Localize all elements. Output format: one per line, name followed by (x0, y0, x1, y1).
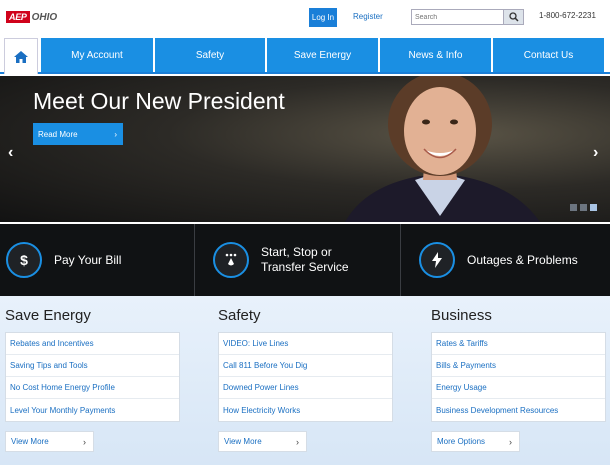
register-link[interactable]: Register (353, 12, 383, 21)
nav-item-my-account[interactable]: My Account (41, 38, 153, 72)
search-button[interactable] (503, 10, 523, 24)
outages-label: Outages & Problems (467, 252, 578, 267)
logo-brand: AEP (6, 11, 30, 23)
read-more-button[interactable]: Read More › (33, 123, 123, 145)
service-icon (213, 242, 249, 278)
carousel-dot-active[interactable] (590, 204, 597, 211)
list-item[interactable]: Rebates and Incentives (6, 333, 179, 355)
section-title: Save Energy (5, 307, 91, 324)
start-stop-label: Start, Stop or Transfer Service (261, 245, 349, 275)
pay-your-bill-label: Pay Your Bill (54, 252, 122, 267)
lower-sections: Save Energy Rebates and Incentives Savin… (0, 296, 610, 465)
link-list: Rates & Tariffs Bills & Payments Energy … (431, 332, 606, 422)
list-item[interactable]: How Electricity Works (219, 399, 392, 421)
list-item[interactable]: Rates & Tariffs (432, 333, 605, 355)
chevron-right-icon: › (296, 436, 299, 447)
aep-ohio-logo[interactable]: AEP OHIO (6, 9, 57, 25)
link-list: VIDEO: Live Lines Call 811 Before You Di… (218, 332, 393, 422)
list-item[interactable]: Saving Tips and Tools (6, 355, 179, 377)
carousel-next-arrow[interactable]: › (593, 144, 598, 162)
view-more-button[interactable]: View More › (218, 431, 307, 452)
search-icon (508, 12, 519, 22)
view-more-label: View More (224, 437, 262, 446)
start-stop-label-line2: Transfer Service (261, 260, 349, 274)
home-icon (14, 50, 28, 63)
view-more-button[interactable]: View More › (5, 431, 94, 452)
list-item[interactable]: Business Development Resources (432, 399, 605, 421)
nav-item-news-info[interactable]: News & Info (380, 38, 491, 72)
section-title: Business (431, 307, 492, 324)
start-stop-transfer-link[interactable]: Start, Stop or Transfer Service (194, 224, 400, 296)
list-item[interactable]: Bills & Payments (432, 355, 605, 377)
business-section: Business Rates & Tariffs Bills & Payment… (431, 296, 606, 452)
home-tab[interactable] (4, 38, 38, 74)
lightning-icon (419, 242, 455, 278)
top-bar: AEP OHIO Log In Register 1-800-672-2231 (0, 0, 610, 36)
hero-carousel: Meet Our New President Read More › ‹ › (0, 76, 610, 222)
section-title: Safety (218, 307, 261, 324)
main-nav: My Account Safety Save Energy News & Inf… (0, 36, 610, 74)
list-item[interactable]: Call 811 Before You Dig (219, 355, 392, 377)
list-item[interactable]: VIDEO: Live Lines (219, 333, 392, 355)
chevron-right-icon: › (509, 436, 512, 447)
president-portrait (345, 76, 540, 222)
more-options-label: More Options (437, 437, 486, 446)
search-input[interactable] (412, 10, 503, 24)
safety-section: Safety VIDEO: Live Lines Call 811 Before… (218, 296, 393, 452)
list-item[interactable]: Level Your Monthly Payments (6, 399, 179, 421)
outages-problems-link[interactable]: Outages & Problems (400, 224, 610, 296)
carousel-indicators (570, 204, 597, 211)
logo-region: OHIO (31, 11, 58, 23)
search-box (411, 9, 524, 25)
nav-item-contact-us[interactable]: Contact Us (493, 38, 604, 72)
hero-title: Meet Our New President (33, 88, 285, 114)
read-more-label: Read More (38, 129, 78, 139)
dollar-icon: $ (6, 242, 42, 278)
svg-text:$: $ (20, 252, 28, 268)
nav-item-safety[interactable]: Safety (155, 38, 265, 72)
save-energy-section: Save Energy Rebates and Incentives Savin… (5, 296, 180, 452)
quick-links-strip: $ Pay Your Bill Start, Stop or Transfer … (0, 224, 610, 296)
view-more-label: View More (11, 437, 49, 446)
chevron-right-icon: › (114, 129, 117, 139)
list-item[interactable]: Energy Usage (432, 377, 605, 399)
list-item[interactable]: No Cost Home Energy Profile (6, 377, 179, 399)
list-item[interactable]: Downed Power Lines (219, 377, 392, 399)
start-stop-label-line1: Start, Stop or (261, 245, 332, 259)
carousel-dot[interactable] (570, 204, 577, 211)
carousel-prev-arrow[interactable]: ‹ (8, 144, 13, 162)
login-button[interactable]: Log In (309, 8, 337, 27)
more-options-button[interactable]: More Options › (431, 431, 520, 452)
chevron-right-icon: › (83, 436, 86, 447)
pay-your-bill-link[interactable]: $ Pay Your Bill (0, 224, 194, 296)
phone-number: 1-800-672-2231 (539, 11, 596, 20)
link-list: Rebates and Incentives Saving Tips and T… (5, 332, 180, 422)
carousel-dot[interactable] (580, 204, 587, 211)
nav-item-save-energy[interactable]: Save Energy (267, 38, 378, 72)
